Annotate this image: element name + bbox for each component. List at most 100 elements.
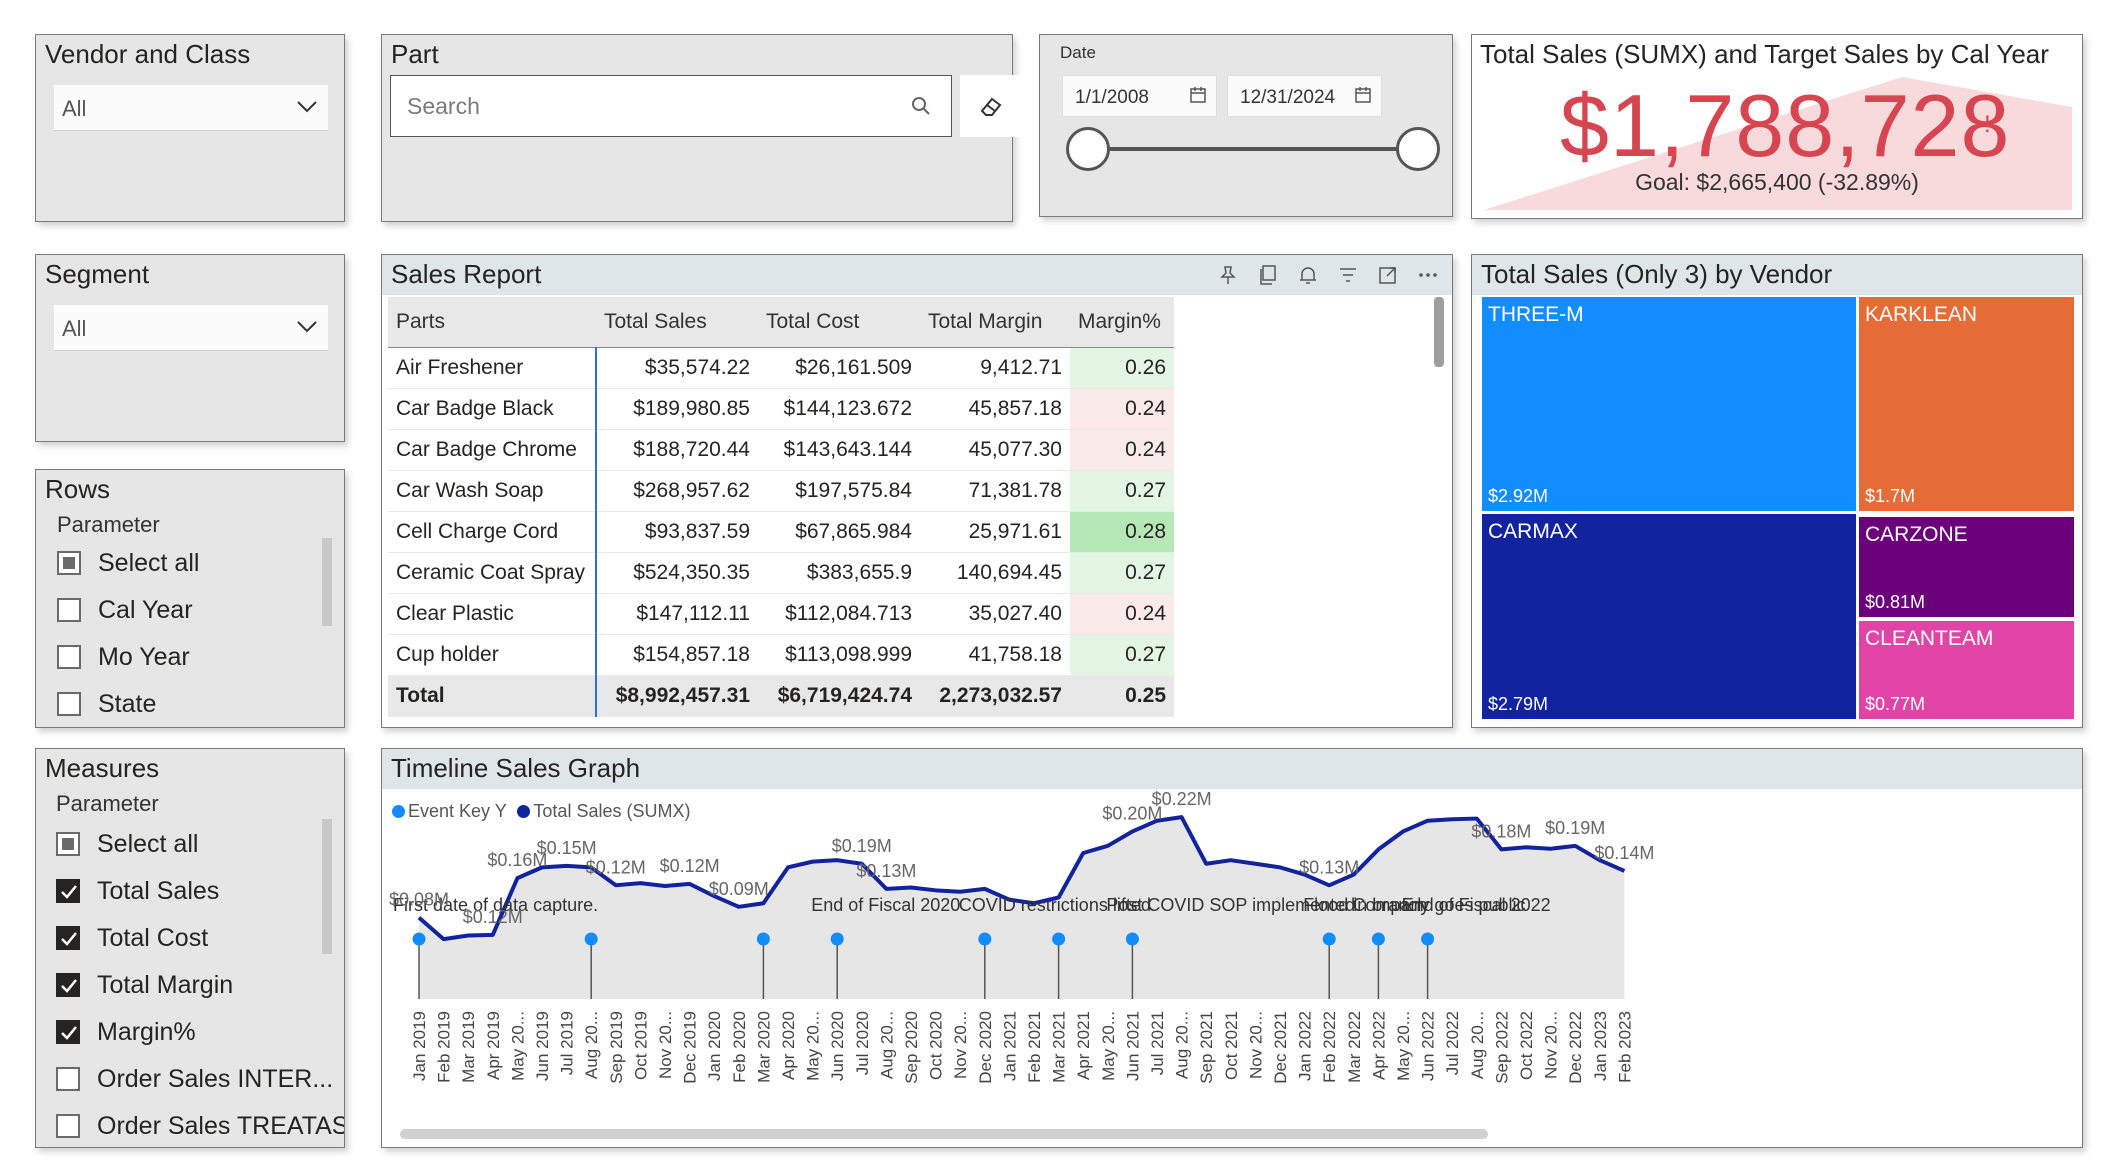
rows-option[interactable]: Mo Year	[57, 641, 344, 675]
table-row[interactable]: Clear Plastic $147,112.11 $112,084.713 3…	[388, 593, 1174, 635]
end-date-input[interactable]: 12/31/2024	[1227, 75, 1382, 117]
x-tick-label: Nov 20...	[1542, 1011, 1561, 1079]
segment-dropdown[interactable]: All	[54, 305, 328, 351]
checkbox[interactable]	[56, 1020, 80, 1044]
clear-selections-button[interactable]	[960, 75, 1022, 137]
focus-mode-icon	[1379, 267, 1396, 284]
treemap-tile-karklean[interactable]: KARKLEAN $1.7M	[1859, 297, 2074, 511]
x-tick-label: Aug 20...	[1173, 1011, 1192, 1079]
treemap-tile-three-m[interactable]: THREE-M $2.92M	[1482, 297, 1856, 511]
treemap-tile-cleanteam[interactable]: CLEANTEAM $0.77M	[1859, 621, 2074, 719]
checkbox[interactable]	[56, 1114, 80, 1138]
margin-percent-cell: 0.27	[1070, 470, 1174, 512]
checkbox[interactable]	[56, 832, 80, 856]
kpi-value: $1,788,728	[1560, 76, 2011, 175]
sales-report-grid: Parts Total Sales Total Cost Total Margi…	[388, 297, 1174, 717]
checkbox[interactable]	[57, 551, 81, 575]
copy-button[interactable]	[1250, 258, 1286, 292]
focus-mode-button[interactable]	[1370, 258, 1406, 292]
x-tick-label: Jul 2020	[853, 1011, 872, 1075]
measures-option[interactable]: Total Sales	[56, 875, 344, 909]
checkbox[interactable]	[56, 1067, 80, 1091]
segment-title: Segment	[45, 259, 150, 289]
pin-button[interactable]	[1210, 258, 1246, 292]
margin-percent-cell: 0.27	[1070, 634, 1174, 676]
data-label: $0.08M	[389, 890, 449, 910]
tile-value: $2.79M	[1488, 694, 1549, 714]
date-range-track[interactable]	[1088, 147, 1422, 151]
checkbox[interactable]	[56, 926, 80, 950]
column-header[interactable]: Total Margin	[920, 297, 1070, 348]
rows-option[interactable]: Select all	[57, 547, 344, 581]
margin-percent-cell: 0.28	[1070, 511, 1174, 553]
table-row[interactable]: Car Badge Black $189,980.85 $144,123.672…	[388, 388, 1174, 430]
column-header[interactable]: Parts	[388, 297, 596, 348]
alert-button[interactable]	[1290, 258, 1326, 292]
measures-option[interactable]: Select all	[56, 828, 344, 862]
x-tick-label: May 20...	[804, 1011, 823, 1081]
more-options-button[interactable]	[1410, 258, 1446, 292]
table-row[interactable]: Car Badge Chrome $188,720.44 $143,643.14…	[388, 429, 1174, 471]
event-marker	[1125, 932, 1139, 946]
treemap-tile-carmax[interactable]: CARMAX $2.79M	[1482, 514, 1856, 719]
data-label: $0.12M	[660, 856, 720, 876]
total-cost-cell: $112,084.713	[758, 593, 920, 635]
measures-option[interactable]: Total Margin	[56, 969, 344, 1003]
chevron-down-icon	[297, 321, 317, 333]
margin-percent-cell: 0.24	[1070, 593, 1174, 635]
table-row[interactable]: Car Wash Soap $268,957.62 $197,575.84 71…	[388, 470, 1174, 512]
rows-option[interactable]: Cal Year	[57, 594, 344, 628]
copy-icon	[1260, 265, 1276, 285]
checkbox[interactable]	[57, 692, 81, 716]
data-label: $0.18M	[1471, 821, 1531, 841]
x-tick-label: Apr 2022	[1369, 1011, 1388, 1080]
measures-option[interactable]: Order Sales INTER...	[56, 1063, 344, 1097]
treemap-title: Total Sales (Only 3) by Vendor	[1481, 259, 1833, 289]
x-tick-label: May 20...	[508, 1011, 527, 1081]
measures-option[interactable]: Order Sales TREATAS	[56, 1110, 344, 1144]
checkbox[interactable]	[56, 879, 80, 903]
table-row[interactable]: Cell Charge Cord $93,837.59 $67,865.984 …	[388, 511, 1174, 553]
rows-parameter-label: Parameter	[57, 512, 160, 537]
data-label: $0.12M	[586, 857, 646, 877]
chart-scrollbar[interactable]	[400, 1129, 1488, 1139]
column-header[interactable]: Margin%	[1070, 297, 1174, 348]
part-cell: Cell Charge Cord	[388, 511, 597, 553]
tile-value: $1.7M	[1865, 486, 1916, 506]
start-date-input[interactable]: 1/1/2008	[1062, 75, 1217, 117]
rows-option[interactable]: State	[57, 688, 344, 722]
total-cost-cell: $144,123.672	[758, 388, 920, 430]
table-scrollbar[interactable]	[1434, 297, 1444, 367]
total-margin-cell: 35,027.40	[920, 593, 1070, 635]
filter-button[interactable]	[1330, 258, 1366, 292]
part-cell: Cup holder	[388, 634, 597, 676]
table-row[interactable]: Ceramic Coat Spray $524,350.35 $383,655.…	[388, 552, 1174, 594]
checkbox[interactable]	[57, 645, 81, 669]
x-tick-label: Apr 2021	[1074, 1011, 1093, 1080]
part-search-input[interactable]: Search	[390, 75, 952, 137]
total-cost-cell: $113,098.999	[758, 634, 920, 676]
table-row[interactable]: Cup holder $154,857.18 $113,098.999 41,7…	[388, 634, 1174, 676]
column-header[interactable]: Total Cost	[758, 297, 920, 348]
treemap-tile-carzone[interactable]: CARZONE $0.81M	[1859, 517, 2074, 617]
data-label: $0.19M	[832, 836, 892, 856]
checkbox[interactable]	[57, 598, 81, 622]
x-tick-label: Jan 2022	[1296, 1011, 1315, 1081]
end-date-handle[interactable]	[1396, 127, 1440, 171]
column-header[interactable]: Total Sales	[596, 297, 758, 348]
x-tick-label: Oct 2021	[1222, 1011, 1241, 1080]
measures-scrollbar[interactable]	[322, 819, 332, 954]
measures-option[interactable]: Margin%	[56, 1016, 344, 1050]
total-margin-cell: 41,758.18	[920, 634, 1070, 676]
vendor-class-dropdown[interactable]: All	[54, 85, 328, 131]
part-title: Part	[391, 39, 439, 69]
table-row[interactable]: Air Freshener $35,574.22 $26,161.509 9,4…	[388, 347, 1174, 389]
x-tick-label: Dec 2019	[681, 1011, 700, 1084]
x-tick-label: Sep 2019	[607, 1011, 626, 1084]
measures-option[interactable]: Total Cost	[56, 922, 344, 956]
data-label: $0.19M	[1545, 818, 1605, 838]
x-tick-label: Dec 2022	[1566, 1011, 1585, 1084]
checkbox[interactable]	[56, 973, 80, 997]
rows-scrollbar[interactable]	[322, 538, 332, 626]
start-date-handle[interactable]	[1066, 127, 1110, 171]
